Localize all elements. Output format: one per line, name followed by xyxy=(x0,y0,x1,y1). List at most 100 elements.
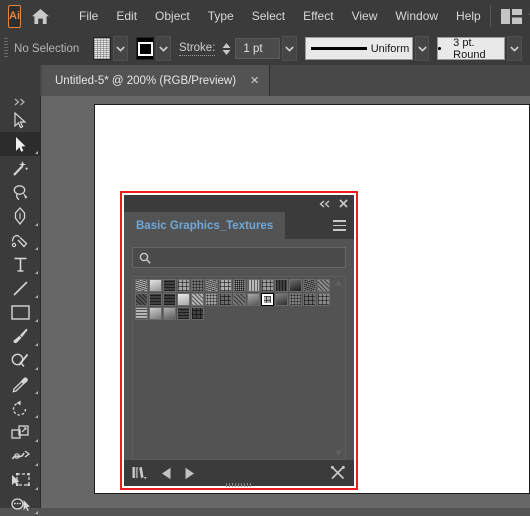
selection-tool[interactable] xyxy=(0,108,40,132)
menu-window[interactable]: Window xyxy=(386,3,447,29)
next-arrow-icon[interactable] xyxy=(184,467,195,480)
texture-swatch-23[interactable] xyxy=(247,293,260,306)
scroll-down-arrow-icon[interactable] xyxy=(334,450,343,456)
line-segment-tool[interactable] xyxy=(0,276,40,300)
texture-swatch-10[interactable] xyxy=(261,279,274,292)
texture-swatch-9[interactable] xyxy=(247,279,260,292)
texture-swatch-20[interactable] xyxy=(205,293,218,306)
direct-selection-tool[interactable] xyxy=(0,132,40,156)
magic-wand-tool[interactable] xyxy=(0,156,40,180)
libraries-menu-icon[interactable] xyxy=(132,466,149,480)
texture-swatch-33[interactable] xyxy=(191,307,204,320)
panel-title-bar[interactable] xyxy=(124,195,354,212)
texture-swatch-19[interactable] xyxy=(191,293,204,306)
search-icon xyxy=(139,252,151,264)
pen-tool[interactable] xyxy=(0,204,40,228)
panel-tab-row: Basic Graphics_Textures xyxy=(124,212,354,239)
library-search-field[interactable] xyxy=(132,247,346,268)
fill-color-swatch[interactable] xyxy=(93,37,112,60)
tool-flyout-indicator xyxy=(35,271,38,274)
search-input[interactable] xyxy=(151,250,339,265)
texture-swatch-3[interactable] xyxy=(163,279,176,292)
tab-bar-left-gutter xyxy=(0,65,40,96)
texture-swatch-15[interactable] xyxy=(135,293,148,306)
fill-dropdown-chevron-down-icon[interactable] xyxy=(113,36,129,61)
texture-swatch-13[interactable] xyxy=(303,279,316,292)
document-tab[interactable]: Untitled-5* @ 200% (RGB/Preview) ✕ xyxy=(42,65,271,96)
stroke-weight-stepper[interactable] xyxy=(221,42,232,56)
menu-select[interactable]: Select xyxy=(243,3,294,29)
texture-swatch-26[interactable] xyxy=(289,293,302,306)
texture-swatch-21[interactable] xyxy=(219,293,232,306)
texture-swatch-7[interactable] xyxy=(219,279,232,292)
curvature-tool[interactable] xyxy=(0,228,40,252)
shaper-tool[interactable] xyxy=(0,348,40,372)
scroll-up-arrow-icon[interactable] xyxy=(334,280,343,286)
texture-swatch-30[interactable] xyxy=(149,307,162,320)
texture-swatch-32[interactable] xyxy=(177,307,190,320)
panel-tab-basic-graphics-textures[interactable]: Basic Graphics_Textures xyxy=(124,212,286,239)
delete-swatch-icon[interactable] xyxy=(330,465,346,481)
previous-arrow-icon[interactable] xyxy=(161,467,172,480)
width-tool[interactable] xyxy=(0,444,40,468)
panel-collapse-icon[interactable] xyxy=(319,199,331,208)
texture-swatch-25[interactable] xyxy=(275,293,288,306)
eyedropper-tool[interactable] xyxy=(0,372,40,396)
rotate-tool[interactable] xyxy=(0,396,40,420)
tool-flyout-indicator xyxy=(35,343,38,346)
menu-help[interactable]: Help xyxy=(447,3,490,29)
texture-swatch-12[interactable] xyxy=(289,279,302,292)
texture-swatch-17[interactable] xyxy=(163,293,176,306)
menu-effect[interactable]: Effect xyxy=(294,3,342,29)
shape-builder-tool[interactable] xyxy=(0,492,40,516)
texture-swatch-8[interactable] xyxy=(233,279,246,292)
texture-swatch-22[interactable] xyxy=(233,293,246,306)
rectangle-tool[interactable] xyxy=(0,300,40,324)
stroke-color-swatch[interactable] xyxy=(136,37,155,60)
stroke-weight-label[interactable]: Stroke: xyxy=(178,42,216,56)
swatch-grid-scrollbar[interactable] xyxy=(333,278,344,458)
stroke-profile-select[interactable]: Uniform xyxy=(304,37,413,60)
menu-file[interactable]: File xyxy=(70,3,107,29)
menu-view[interactable]: View xyxy=(343,3,387,29)
texture-swatch-5[interactable] xyxy=(191,279,204,292)
type-tool[interactable] xyxy=(0,252,40,276)
texture-swatch-18[interactable] xyxy=(177,293,190,306)
texture-swatch-16[interactable] xyxy=(149,293,162,306)
ai-logo-icon[interactable]: Ai xyxy=(8,4,21,28)
panel-menu-icon[interactable] xyxy=(333,220,346,231)
texture-swatch-27[interactable] xyxy=(303,293,316,306)
brush-definition-select[interactable]: 3 pt. Round xyxy=(437,37,506,61)
menu-edit[interactable]: Edit xyxy=(107,3,146,29)
menu-type[interactable]: Type xyxy=(199,3,243,29)
paintbrush-tool[interactable] xyxy=(0,324,40,348)
workspace-switcher-icon[interactable] xyxy=(500,8,522,24)
swatch-grid-area[interactable] xyxy=(132,276,346,460)
free-transform-tool[interactable] xyxy=(0,468,40,492)
texture-swatch-24[interactable] xyxy=(261,293,274,306)
menu-object[interactable]: Object xyxy=(146,3,199,29)
texture-swatch-11[interactable] xyxy=(275,279,288,292)
control-bar-grip[interactable] xyxy=(4,38,9,59)
texture-swatch-1[interactable] xyxy=(135,279,148,292)
texture-swatch-14[interactable] xyxy=(317,279,330,292)
panel-close-icon[interactable] xyxy=(339,199,348,208)
texture-swatch-4[interactable] xyxy=(177,279,190,292)
texture-swatch-29[interactable] xyxy=(135,307,148,320)
texture-swatch-31[interactable] xyxy=(163,307,176,320)
home-icon[interactable] xyxy=(31,1,50,31)
texture-swatch-2[interactable] xyxy=(149,279,162,292)
texture-swatch-28[interactable] xyxy=(317,293,330,306)
stroke-profile-dropdown-chevron-down-icon[interactable] xyxy=(414,36,430,61)
document-tab-close-icon[interactable]: ✕ xyxy=(250,74,259,87)
stroke-dropdown-chevron-down-icon[interactable] xyxy=(156,36,171,61)
panel-resize-grip[interactable] xyxy=(226,483,252,487)
texture-swatch-6[interactable] xyxy=(205,279,218,292)
stroke-weight-input[interactable]: 1 pt xyxy=(235,38,280,59)
brush-definition-dropdown-chevron-down-icon[interactable] xyxy=(507,36,522,61)
stroke-weight-dropdown-chevron-down-icon[interactable] xyxy=(281,36,297,61)
tools-panel-collapse-icon[interactable] xyxy=(0,96,40,108)
scale-tool[interactable] xyxy=(0,420,40,444)
stroke-profile-label: Uniform xyxy=(370,42,410,55)
lasso-tool[interactable] xyxy=(0,180,40,204)
